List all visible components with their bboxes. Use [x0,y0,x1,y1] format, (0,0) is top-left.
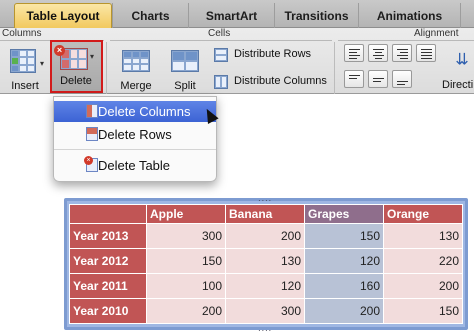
delete-dropdown-menu: Delete Columns Delete Rows × Delete Tabl… [53,96,217,182]
tab-charts[interactable]: Charts [112,3,188,28]
text-direction-button[interactable]: ⇉ Directi [442,42,474,94]
tab-smartart[interactable]: SmartArt [188,3,274,28]
distribute-rows-button[interactable]: Distribute Rows [212,46,332,64]
table-row-header[interactable]: Year 2012 [69,248,147,274]
delete-button[interactable]: × ▾ Delete [50,40,103,93]
split-label: Split [174,80,196,92]
align-right-button[interactable] [392,44,412,62]
merge-label: Merge [120,80,152,92]
insert-label: Insert [11,80,39,92]
menu-item-label: Delete Columns [98,104,191,119]
text-direction-icon: ⇉ [453,52,470,66]
table-row-header[interactable]: Year 2011 [69,273,147,299]
group-title-cells: Cells [208,28,231,39]
fruit-data-table[interactable]: Apple Banana Grapes Orange Year 2013 300… [69,204,463,324]
table-cell[interactable]: 200 [146,298,226,324]
tab-overflow[interactable] [460,3,474,28]
distribute-columns-icon [214,75,228,89]
chevron-down-icon: ▾ [40,59,45,68]
delete-table-icon: × [84,156,98,172]
ribbon-tab-bar: Table Layout Charts SmartArt Transitions… [0,0,474,28]
delete-columns-icon [86,104,98,118]
table-row: Year 2010 200 300 200 150 [69,298,463,324]
distribute-rows-label: Distribute Rows [234,48,312,60]
insert-table-icon [10,49,36,73]
merge-cells-icon [122,50,150,72]
split-cells-icon [171,50,199,72]
table-cell[interactable]: 160 [304,273,384,299]
table-header-cell[interactable]: Orange [383,204,463,224]
distribute-rows-icon [214,48,228,62]
menu-item-delete-rows[interactable]: Delete Rows [54,124,216,145]
distribute-columns-button[interactable]: Distribute Columns [212,73,334,91]
menu-item-delete-columns[interactable]: Delete Columns [54,101,216,122]
table-cell[interactable]: 150 [146,248,226,274]
remove-icon: × [84,156,93,165]
align-left-button[interactable] [344,44,364,62]
align-top-button[interactable] [344,70,364,88]
align-justify-button[interactable] [416,44,436,62]
align-middle-button[interactable] [368,70,388,88]
table-cell[interactable]: 300 [146,223,226,249]
table-row: Year 2013 300 200 150 130 [69,223,463,249]
remove-icon: × [54,45,65,56]
table-cell[interactable]: 130 [383,223,463,249]
table-cell[interactable]: 220 [383,248,463,274]
table-row: Year 2011 100 120 160 200 [69,273,463,299]
table-cell[interactable]: 130 [225,248,305,274]
chevron-down-icon: ▾ [90,52,95,61]
menu-item-label: Delete Table [98,158,171,173]
align-bottom-button[interactable] [392,70,412,88]
delete-label: Delete [60,75,92,87]
table-row-header[interactable]: Year 2010 [69,298,147,324]
table-cell[interactable]: 200 [304,298,384,324]
group-divider [110,40,332,41]
table-row: Year 2012 150 130 120 220 [69,248,463,274]
group-divider [338,40,474,41]
table-cell[interactable]: 200 [225,223,305,249]
group-separator [334,42,335,94]
table-cell[interactable]: 120 [304,248,384,274]
insert-button[interactable]: ▾ Insert [8,47,50,93]
table-header-cell[interactable]: Banana [225,204,305,224]
merge-button[interactable]: Merge [116,47,156,93]
group-separator [106,42,107,94]
table-header-cell[interactable] [69,204,147,224]
table-cell[interactable]: 150 [304,223,384,249]
table-cell[interactable]: 300 [225,298,305,324]
menu-item-delete-table[interactable]: × Delete Table [54,155,216,176]
table-header-cell[interactable]: Grapes [304,204,384,224]
distribute-columns-label: Distribute Columns [234,75,327,87]
group-title-columns: Columns [2,28,42,39]
tab-transitions[interactable]: Transitions [274,3,358,28]
table-header-cell[interactable]: Apple [146,204,226,224]
split-button[interactable]: Split [166,47,204,93]
tab-animations[interactable]: Animations [358,3,460,28]
group-title-alignment: Alignment [414,28,459,39]
menu-divider [54,149,216,150]
text-direction-label: Directi [442,79,474,91]
align-center-button[interactable] [368,44,388,62]
table-cell[interactable]: 200 [383,273,463,299]
table-row-header[interactable]: Year 2013 [69,223,147,249]
menu-item-label: Delete Rows [98,127,172,142]
table-cell[interactable]: 100 [146,273,226,299]
table-cell[interactable]: 150 [383,298,463,324]
tab-table-layout[interactable]: Table Layout [14,3,112,28]
table-header-row: Apple Banana Grapes Orange [69,204,463,224]
delete-rows-icon [86,127,98,141]
table-cell[interactable]: 120 [225,273,305,299]
